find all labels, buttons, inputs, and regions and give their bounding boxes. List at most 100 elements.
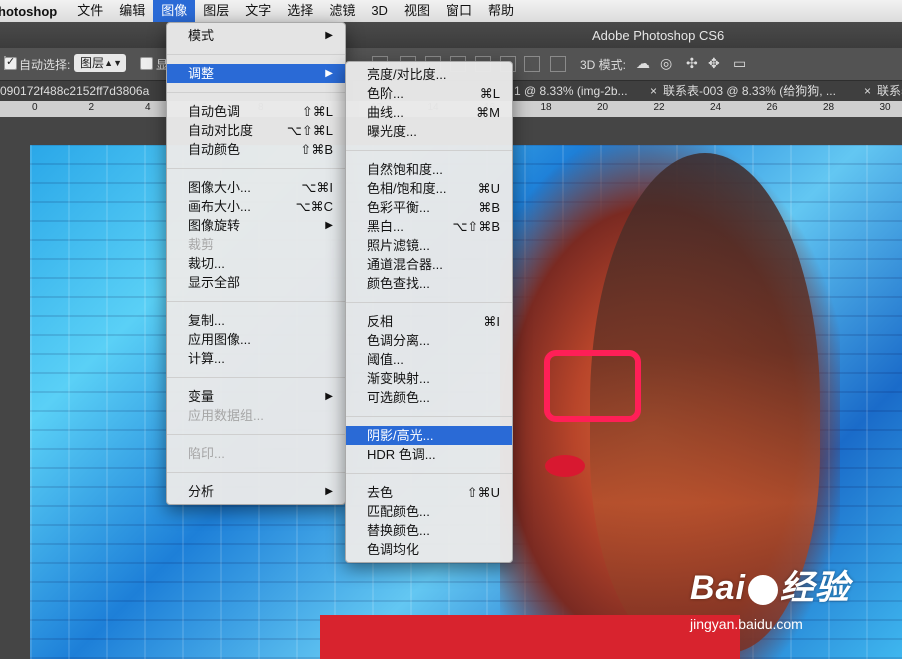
menu-separator [167,472,345,473]
menu-item[interactable]: 分析 ▶ [167,482,345,501]
dropdown-arrow-icon: ▲▼ [104,58,122,68]
close-icon[interactable]: × [864,84,871,98]
ruler-tick-label: 26 [766,102,778,113]
menu-item-label: 图像大小... [188,180,251,195]
menu-item[interactable]: 文字 [237,0,279,22]
menu-separator [167,377,345,378]
shortcut-label: ⇧⌘B [300,142,333,157]
menu-item[interactable]: 调整 ▶ [167,64,345,83]
menu-item[interactable]: 通道混合器... [346,255,512,274]
menu-item-label: 色调均化 [367,542,420,557]
ruler-tick-label: 22 [653,102,665,113]
shortcut-label: ⌘M [476,105,500,120]
menu-item[interactable]: 色相/饱和度... ⌘U [346,179,512,198]
auto-select-checkbox[interactable] [4,55,17,70]
menu-item[interactable]: 渐变映射... [346,369,512,388]
menu-item[interactable]: 匹配颜色... [346,502,512,521]
menu-item[interactable]: 图像大小... ⌥⌘I [167,178,345,197]
document-tab[interactable]: × 联系表-003 @ 8.33% (给狗狗, ... [650,81,864,101]
shortcut-label: ⌘I [483,314,500,329]
menu-item[interactable]: 阴影/高光... [346,426,512,445]
menu-item[interactable]: 色阶... ⌘L [346,84,512,103]
3d-scale-icon[interactable]: ▭ [733,55,746,72]
ruler-tick-label: 4 [145,102,151,113]
3d-drag-icon[interactable]: ✣ [686,55,698,72]
menu-item[interactable]: 应用图像... [167,330,345,349]
menu-item[interactable]: 曲线... ⌘M [346,103,512,122]
shortcut-label: ⇧⌘L [301,104,333,119]
ruler-tick-label: 30 [879,102,891,113]
menu-separator [346,150,512,151]
menu-item[interactable]: 帮助 [480,0,522,22]
menu-item[interactable]: 编辑 [111,0,153,22]
menu-item-label: 曝光度... [367,124,417,139]
menu-item[interactable]: 亮度/对比度... [346,65,512,84]
menu-item-label: 自然饱和度... [367,162,443,177]
menu-item[interactable]: 模式 ▶ [167,26,345,45]
menu-item[interactable]: 滤镜 [321,0,363,22]
menu-item-label: 裁切... [188,256,225,271]
menu-item[interactable]: 自然饱和度... [346,160,512,179]
menu-image[interactable]: 图像 [153,0,196,22]
menu-item[interactable]: 替换颜色... [346,521,512,540]
menu-item-label: 计算... [188,351,225,366]
ruler-tick-label: 0 [32,102,38,113]
ruler-tick-label: 24 [710,102,722,113]
distribute-icon[interactable] [524,56,540,72]
submenu-arrow-icon: ▶ [325,391,333,402]
auto-select-dropdown[interactable]: 图层 ▲▼ [74,54,126,72]
tab-label: 090172f488c2152ff7d3806a [0,84,150,98]
menu-bar: hotoshop 文件 编辑 图像 图层 文字 选择 滤镜 3D 视图 窗口 帮助 [0,0,902,23]
menu-item[interactable]: 可选颜色... [346,388,512,407]
document-tab[interactable]: × 联系表 [864,81,902,101]
document-tab[interactable]: 090172f488c2152ff7d3806a [0,81,170,101]
menu-item[interactable]: 变量 ▶ [167,387,345,406]
menu-item[interactable]: 去色 ⇧⌘U [346,483,512,502]
menu-item[interactable]: 颜色查找... [346,274,512,293]
shortcut-label: ⌘B [478,200,500,215]
3d-rotate-icon[interactable]: ☁ [636,55,650,72]
menu-item[interactable]: 画布大小... ⌥⌘C [167,197,345,216]
menu-item[interactable]: 色调分离... [346,331,512,350]
baidu-logo-left: Bai [690,569,746,607]
menu-item-label: 可选颜色... [367,390,430,405]
submenu-arrow-icon: ▶ [325,486,333,497]
menu-item[interactable]: 计算... [167,349,345,368]
baidu-logo-right: 经验 [779,569,850,607]
menu-item[interactable]: 反相 ⌘I [346,312,512,331]
menu-item-label: 自动对比度 [188,123,254,138]
app-name[interactable]: hotoshop [0,4,69,19]
menu-item[interactable]: 色彩平衡... ⌘B [346,198,512,217]
menu-item[interactable]: 照片滤镜... [346,236,512,255]
menu-item[interactable]: 图像旋转 ▶ [167,216,345,235]
menu-separator [346,473,512,474]
menu-item[interactable]: 窗口 [438,0,480,22]
auto-align-icon[interactable] [550,56,566,72]
menu-item[interactable]: 图层 [195,0,237,22]
show-transform-checkbox[interactable] [140,57,153,70]
3d-slide-icon[interactable]: ✥ [708,55,720,72]
document-tab[interactable]: 1 @ 8.33% (img-2b... [514,81,644,101]
menu-item[interactable]: 文件 [69,0,111,22]
menu-item[interactable]: 裁切... [167,254,345,273]
menu-item[interactable]: 复制... [167,311,345,330]
adjust-submenu: 亮度/对比度... 色阶... ⌘L 曲线... ⌘M 曝光度... 自然饱和度... 色相/… [345,61,513,563]
menu-item[interactable]: 选择 [279,0,321,22]
3d-roll-icon[interactable]: ◎ [660,55,672,72]
menu-item[interactable]: 自动色调 ⇧⌘L [167,102,345,121]
close-icon[interactable]: × [650,84,657,98]
menu-item[interactable]: 曝光度... [346,122,512,141]
menu-item[interactable]: HDR 色调... [346,445,512,464]
menu-item[interactable]: 自动对比度 ⌥⇧⌘L [167,121,345,140]
menu-item[interactable]: 色调均化 [346,540,512,559]
menu-item[interactable]: 3D [363,0,396,22]
menu-item-label: 亮度/对比度... [367,67,447,82]
menu-item[interactable]: 自动颜色 ⇧⌘B [167,140,345,159]
menu-item-label: 色调分离... [367,333,430,348]
menu-item[interactable]: 黑白... ⌥⇧⌘B [346,217,512,236]
menu-bar-items: 文件 编辑 图像 图层 文字 选择 滤镜 3D 视图 窗口 帮助 [69,0,522,22]
menu-item[interactable]: 显示全部 [167,273,345,292]
menu-item[interactable]: 视图 [396,0,438,22]
menu-item[interactable]: 阈值... [346,350,512,369]
tab-label: 联系表 [877,84,902,98]
